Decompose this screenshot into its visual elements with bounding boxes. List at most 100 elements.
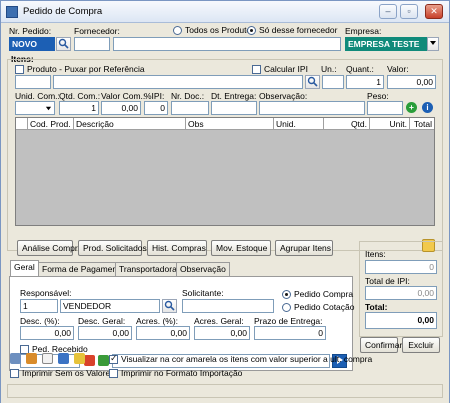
solicitante-field[interactable] [182,299,274,313]
title-bar: Pedido de Compra – ▫ ✕ [1,1,449,23]
empresa-select[interactable]: EMPRESA TESTE [345,37,427,51]
person-red-icon[interactable] [84,355,95,366]
maximize-button[interactable]: ▫ [400,4,418,19]
imprimir-sem-valores-label: Imprimir Sem os Valores [22,368,115,378]
radio-so-desse-fornecedor[interactable] [247,26,256,35]
fornecedor-name-field[interactable] [113,37,341,51]
quant-field[interactable]: 1 [346,75,384,89]
responsavel-name-field[interactable]: VENDEDOR [60,299,160,313]
search-pedido-button[interactable] [56,37,71,51]
imprimir-formato-importacao-checkbox[interactable] [109,369,118,378]
acres-geral-label: Acres. Geral: [194,316,244,326]
chevron-down-icon [430,41,436,45]
acres-geral-field[interactable]: 0,00 [194,326,250,340]
unid-com-select[interactable] [15,101,55,115]
person-green-icon[interactable] [98,355,109,366]
grid-column-header[interactable]: Unit. [370,118,410,130]
nr-pedido-field[interactable]: NOVO [9,37,55,51]
export-icon[interactable] [26,353,37,364]
peso-field[interactable] [367,101,403,115]
grid-column-header[interactable]: Cod. Prod. [28,118,74,130]
responsavel-code-field[interactable]: 1 [20,299,58,313]
tab-observacao[interactable]: Observação [176,262,230,276]
valor-label: Valor: [387,64,409,74]
itens-grid[interactable]: Cod. Prod. Descrição Obs Unid. Qtd. Unit… [15,117,435,226]
grid-column-header[interactable]: Obs [186,118,274,130]
produto-referencia-checkbox[interactable] [15,65,24,74]
search-icon [58,38,69,49]
total-ipi-field: 0,00 [365,286,437,300]
empresa-label: Empresa: [345,26,382,36]
chevron-down-icon [45,106,52,111]
desc-geral-field[interactable]: 0,00 [78,326,132,340]
search-icon [164,300,175,311]
search-icon [307,76,318,87]
desc-pct-label: Desc. (%): [20,316,60,326]
tab-transportadora[interactable]: Transportadora [115,262,181,276]
produto-description-field[interactable] [53,75,303,89]
radio-pedido-compra[interactable] [282,290,291,299]
grid-column-header[interactable]: Qtd. [324,118,370,130]
dt-entrega-field[interactable] [211,101,257,115]
radio-pedido-compra-label: Pedido Compra [294,289,354,299]
produto-referencia-label: Produto - Puxar por Referência [27,64,145,74]
hist-compras-button[interactable]: Hist. Compras [147,240,207,256]
add-item-icon[interactable]: + [406,102,417,113]
prod-solicitados-button[interactable]: Prod. Solicitados [78,240,147,256]
nr-doc-label: Nr. Doc.: [171,91,205,101]
prazo-field[interactable]: 0 [254,326,326,340]
minimize-button[interactable]: – [379,4,397,19]
grid-column-header[interactable]: Total [410,118,434,130]
close-button[interactable]: ✕ [425,4,443,19]
form-body: Nr. Pedido: NOVO Fornecedor: Todos os Pr… [1,23,449,403]
total-field: 0,00 [365,312,437,329]
radio-pedido-cotacao[interactable] [282,303,291,312]
visualizar-amarelo-checkbox[interactable] [109,353,118,364]
grid-column-header[interactable]: Unid. [274,118,324,130]
imprimir-formato-importacao-label: Imprimir no Formato Importação [121,368,243,378]
print-icon[interactable] [10,353,21,364]
nr-pedido-label: Nr. Pedido: [9,26,52,36]
valor-com-field[interactable]: 0,00 [101,101,141,115]
grid-column-header[interactable]: Descrição [74,118,186,130]
valor-field[interactable]: 0,00 [387,75,436,89]
info-icon[interactable]: i [422,102,433,113]
agrupar-itens-button[interactable]: Agrupar Itens [275,240,333,256]
tab-geral[interactable]: Geral [10,260,39,277]
save-icon[interactable] [58,353,69,364]
search-produto-button[interactable] [305,75,320,89]
itens-count-label: Itens: [365,249,386,259]
excluir-button[interactable]: Excluir [402,337,440,353]
produto-code-field[interactable] [15,75,51,89]
un-label: Un.: [321,64,337,74]
calcular-ipi-checkbox[interactable] [252,65,261,74]
observacao-label: Observação: [259,91,308,101]
valor-com-label: Valor Com.: [101,91,146,101]
document-icon[interactable] [42,353,53,364]
desc-pct-field[interactable]: 0,00 [20,326,74,340]
peso-label: Peso: [367,91,389,101]
confirmar-button[interactable]: Confirmar [360,337,402,353]
observacao-field[interactable] [259,101,365,115]
radio-pedido-cotacao-label: Pedido Cotação [294,302,355,312]
total-label: Total: [365,302,388,312]
acres-pct-field[interactable]: 0,00 [136,326,190,340]
calcular-ipi-label: Calcular IPI [264,64,308,74]
fornecedor-code-field[interactable] [74,37,110,51]
analise-compra-button[interactable]: Análise Compra [17,240,82,256]
empresa-dropdown-button[interactable] [427,37,439,51]
radio-so-desse-label: Só desse fornecedor [259,25,338,35]
folder-icon[interactable] [74,353,85,364]
search-responsavel-button[interactable] [162,299,177,313]
radio-todos-produtos[interactable] [173,26,182,35]
nr-doc-field[interactable] [171,101,209,115]
un-field[interactable] [322,75,344,89]
ipi-field[interactable]: 0 [144,101,168,115]
radio-todos-label: Todos os Produtos [185,25,256,35]
itens-count-field: 0 [365,260,437,274]
mov-estoque-button[interactable]: Mov. Estoque [211,240,271,256]
imprimir-sem-valores-checkbox[interactable] [10,369,19,378]
qtd-com-field[interactable]: 1 [59,101,99,115]
solicitante-label: Solicitante: [182,288,224,298]
fornecedor-label: Fornecedor: [74,26,120,36]
